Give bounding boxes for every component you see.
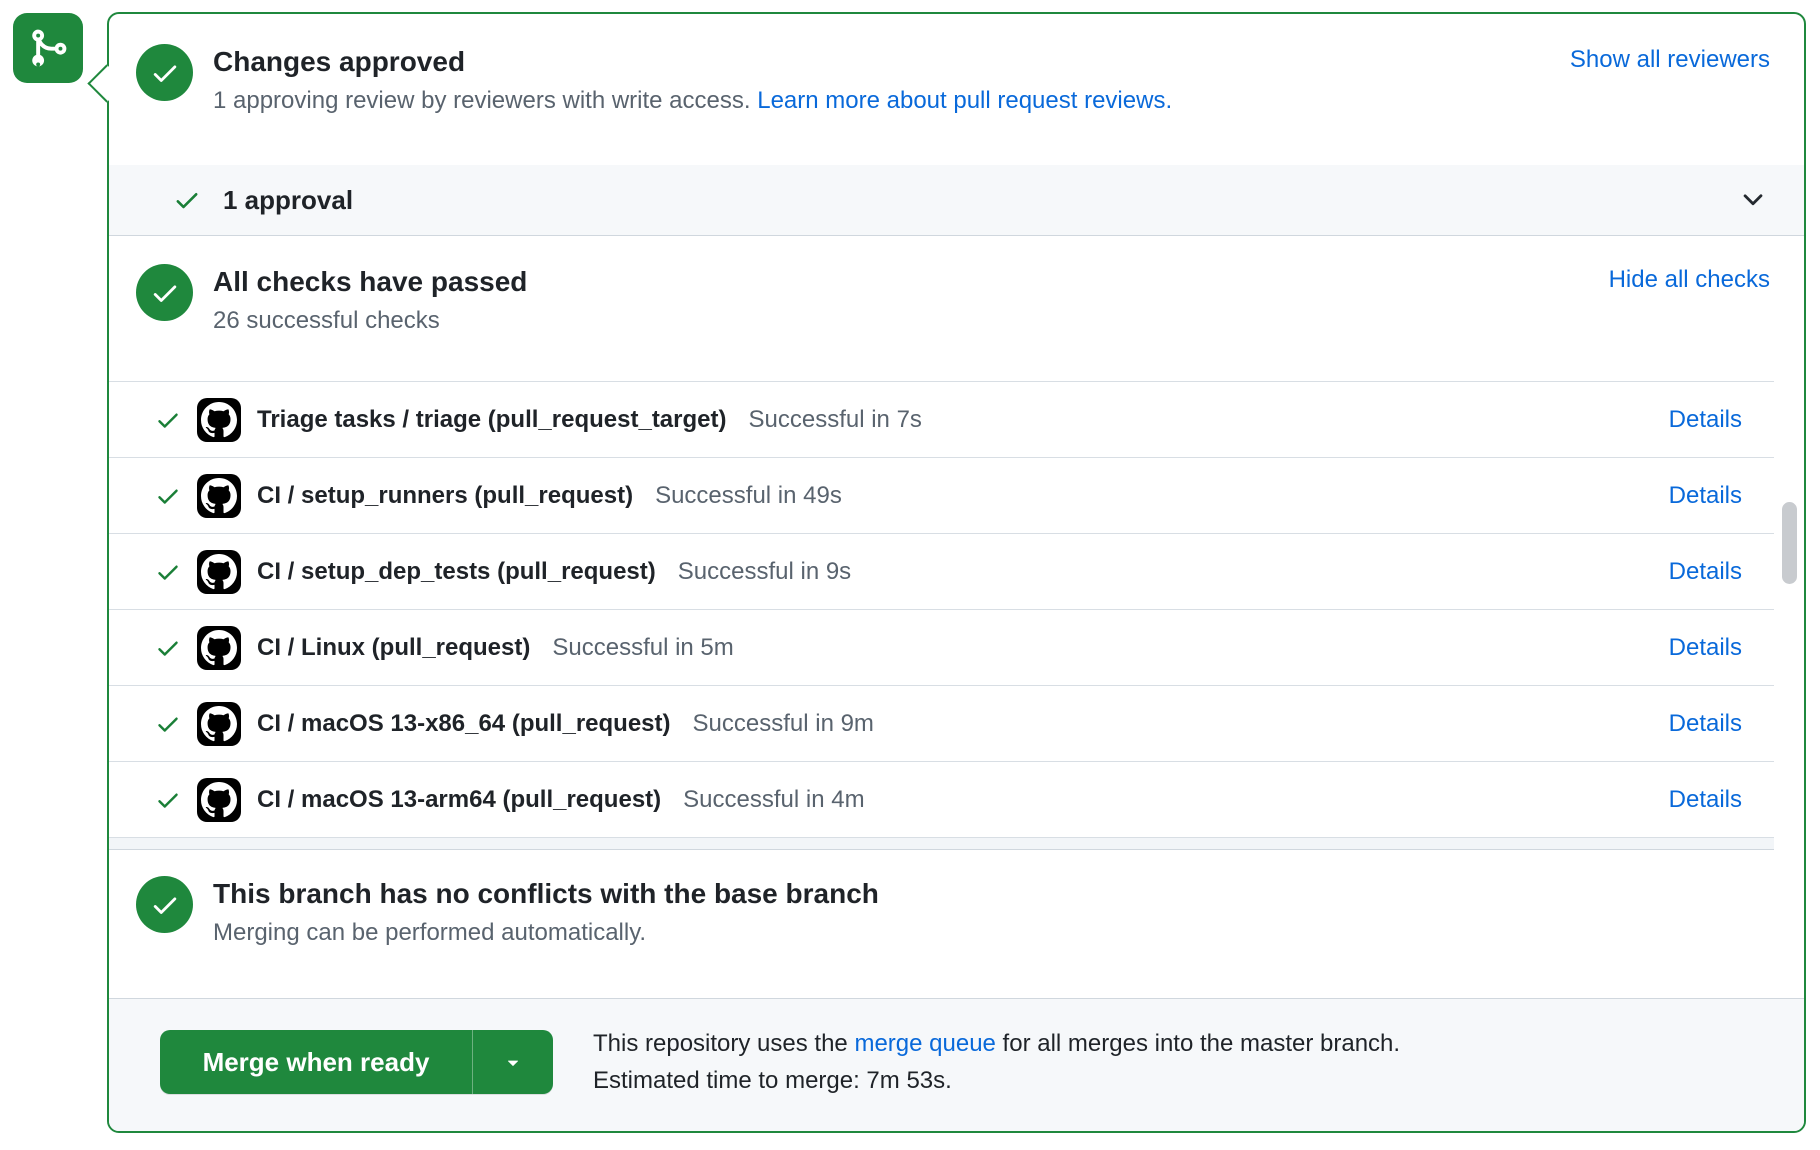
show-all-reviewers-link[interactable]: Show all reviewers xyxy=(1570,44,1770,76)
merge-when-ready-button[interactable]: Merge when ready xyxy=(160,1030,472,1094)
merge-info: This repository uses the merge queue for… xyxy=(593,1025,1400,1099)
github-actions-avatar xyxy=(197,398,241,442)
conflicts-title: This branch has no conflicts with the ba… xyxy=(213,876,879,912)
git-merge-badge xyxy=(13,13,83,83)
approved-check-circle-icon xyxy=(136,44,193,101)
check-row: CI / Linux (pull_request) Successful in … xyxy=(109,610,1774,686)
check-row: CI / setup_runners (pull_request) Succes… xyxy=(109,458,1774,534)
check-status: Successful in 5m xyxy=(552,634,733,662)
hide-all-checks-link[interactable]: Hide all checks xyxy=(1609,264,1770,296)
github-actions-avatar xyxy=(197,778,241,822)
check-row: CI / macOS 13-arm64 (pull_request) Succe… xyxy=(109,762,1774,838)
check-name: Triage tasks / triage (pull_request_targ… xyxy=(257,406,727,434)
merge-queue-line: This repository uses the merge queue for… xyxy=(593,1025,1400,1062)
details-link[interactable]: Details xyxy=(1669,558,1742,586)
check-row: Triage tasks / triage (pull_request_targ… xyxy=(109,382,1774,458)
details-link[interactable]: Details xyxy=(1669,482,1742,510)
check-icon xyxy=(155,559,181,585)
details-link[interactable]: Details xyxy=(1669,786,1742,814)
check-icon xyxy=(155,711,181,737)
check-icon xyxy=(155,635,181,661)
review-section: Changes approved 1 approving review by r… xyxy=(109,14,1804,165)
merge-box-card: Changes approved 1 approving review by r… xyxy=(107,12,1806,1133)
check-row: CI / setup_dep_tests (pull_request) Succ… xyxy=(109,534,1774,610)
check-icon xyxy=(155,483,181,509)
conflicts-subtitle: Merging can be performed automatically. xyxy=(213,916,879,950)
git-merge-icon xyxy=(27,27,69,69)
check-name: CI / macOS 13-x86_64 (pull_request) xyxy=(257,710,671,738)
check-icon xyxy=(173,186,201,214)
check-row: CI / macOS 13-x86_64 (pull_request) Succ… xyxy=(109,686,1774,762)
checks-section: All checks have passed 26 successful che… xyxy=(109,235,1804,381)
triangle-down-icon xyxy=(502,1051,524,1073)
checks-list: Triage tasks / triage (pull_request_targ… xyxy=(109,381,1774,850)
octocat-icon xyxy=(201,706,237,742)
checks-title: All checks have passed xyxy=(213,264,527,300)
no-conflicts-circle-icon xyxy=(136,876,193,933)
octocat-icon xyxy=(201,782,237,818)
octocat-icon xyxy=(201,478,237,514)
approval-summary-row[interactable]: 1 approval xyxy=(109,165,1804,235)
check-name: CI / macOS 13-arm64 (pull_request) xyxy=(257,786,661,814)
approval-summary-label: 1 approval xyxy=(223,185,353,216)
github-actions-avatar xyxy=(197,550,241,594)
check-status: Successful in 49s xyxy=(655,482,842,510)
learn-more-link[interactable]: Learn more about pull request reviews. xyxy=(757,87,1172,114)
check-status: Successful in 9m xyxy=(693,710,874,738)
check-icon xyxy=(155,787,181,813)
merge-box-page: Changes approved 1 approving review by r… xyxy=(0,0,1820,1150)
github-actions-avatar xyxy=(197,474,241,518)
octocat-icon xyxy=(201,402,237,438)
checks-scrollbar-thumb[interactable] xyxy=(1782,502,1797,584)
checks-subtitle: 26 successful checks xyxy=(213,304,527,338)
github-actions-avatar xyxy=(197,702,241,746)
merge-estimate: Estimated time to merge: 7m 53s. xyxy=(593,1062,1400,1099)
octocat-icon xyxy=(201,554,237,590)
check-name: CI / Linux (pull_request) xyxy=(257,634,530,662)
merge-queue-text-pre: This repository uses the xyxy=(593,1030,854,1057)
review-description: 1 approving review by reviewers with wri… xyxy=(213,84,1172,118)
check-status: Successful in 7s xyxy=(749,406,922,434)
check-icon xyxy=(155,407,181,433)
details-link[interactable]: Details xyxy=(1669,634,1742,662)
details-link[interactable]: Details xyxy=(1669,406,1742,434)
review-description-text: 1 approving review by reviewers with wri… xyxy=(213,87,757,114)
check-name: CI / setup_runners (pull_request) xyxy=(257,482,633,510)
merge-button-group: Merge when ready xyxy=(160,1030,553,1094)
merge-queue-link[interactable]: merge queue xyxy=(854,1030,995,1057)
conflicts-section: This branch has no conflicts with the ba… xyxy=(109,850,1804,999)
review-title: Changes approved xyxy=(213,44,1172,80)
merge-footer: Merge when ready This repository uses th… xyxy=(109,999,1804,1131)
checks-passed-circle-icon xyxy=(136,264,193,321)
check-status: Successful in 4m xyxy=(683,786,864,814)
merge-options-dropdown-button[interactable] xyxy=(472,1030,553,1094)
check-name: CI / setup_dep_tests (pull_request) xyxy=(257,558,656,586)
details-link[interactable]: Details xyxy=(1669,710,1742,738)
partially-visible-check-row xyxy=(109,838,1774,849)
check-status: Successful in 9s xyxy=(678,558,851,586)
chevron-down-icon[interactable] xyxy=(1738,185,1768,215)
github-actions-avatar xyxy=(197,626,241,670)
merge-queue-text-post: for all merges into the master branch. xyxy=(996,1030,1400,1057)
octocat-icon xyxy=(201,630,237,666)
